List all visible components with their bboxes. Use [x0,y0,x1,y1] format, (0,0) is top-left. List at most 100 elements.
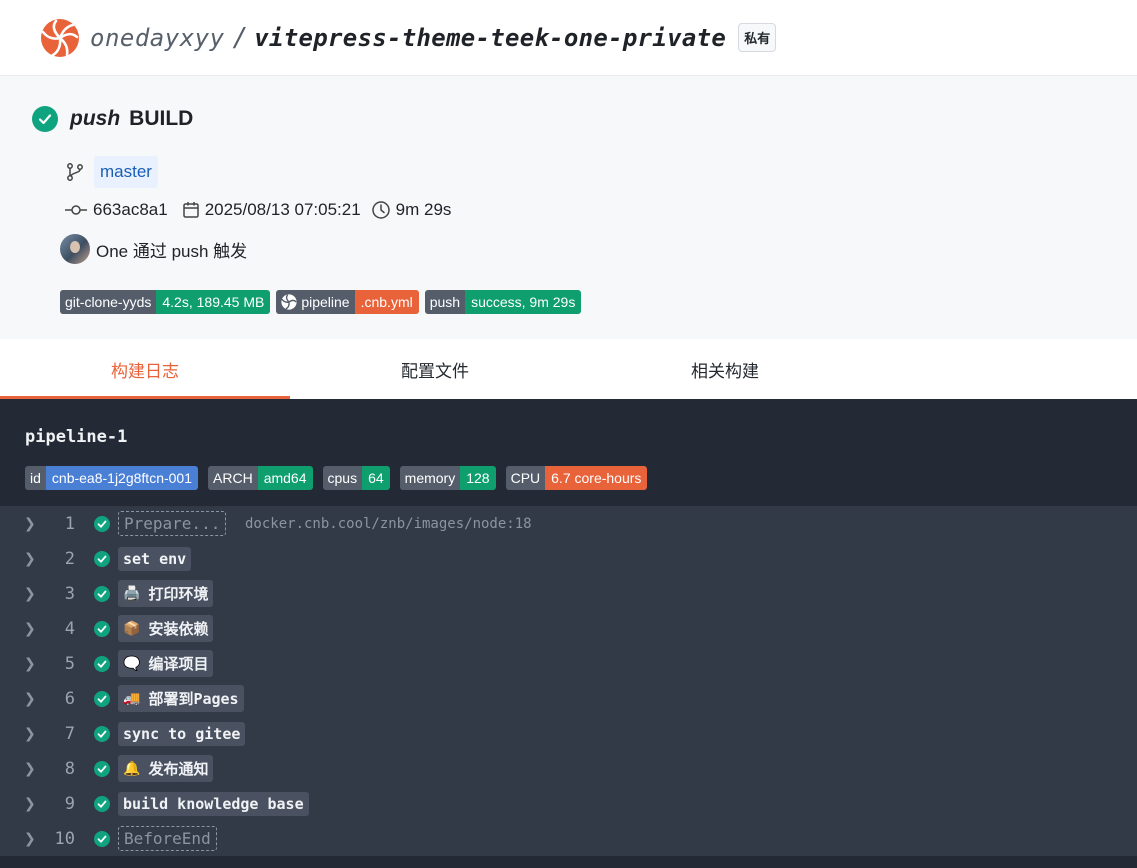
step-label-text: 发布通知 [148,760,209,778]
cpus-badge: cpus 64 [322,466,390,490]
step-label[interactable]: sync to gitee [118,721,246,746]
build-datetime: 2025/08/13 07:05:21 [204,200,361,219]
branch-row: master [66,156,158,188]
step-number: 1 [64,513,75,534]
trigger-row: One 通过 push 触发 [60,234,247,264]
cnb-logo-icon [281,294,297,310]
success-check-icon [94,690,110,707]
badge-value: amd64 [257,466,313,490]
step-row[interactable]: ❯ 9 build knowledge base [0,786,1137,821]
step-label[interactable]: 📦 安装依赖 [118,615,214,642]
git-clone-badge: git-clone-yyds 4.2s, 189.45 MB [60,290,271,314]
build-title-row: push BUILD [32,106,193,132]
chevron-right-icon[interactable]: ❯ [24,550,36,567]
speech-bubble-icon: 🗨️ [123,655,141,672]
pipeline-badges: id cnb-ea8-1j2g8ftcn-001 ARCH amd64 cpus… [25,466,657,490]
step-image: docker.cnb.cool/znb/images/node:18 [245,515,532,532]
bell-icon: 🔔 [123,760,141,777]
tab-related-builds[interactable]: 相关构建 [580,339,870,399]
step-label[interactable]: 🖨️ 打印环境 [118,580,214,607]
visibility-badge: 私有 [738,23,777,52]
badge-label: cpus [322,466,363,490]
calendar-icon [182,202,199,218]
badge-label: ARCH [208,466,258,490]
step-row[interactable]: ❯ 6 🚚 部署到Pages [0,681,1137,716]
badge-value: cnb-ea8-1j2g8ftcn-001 [45,466,199,490]
step-number: 4 [64,618,75,639]
chevron-right-icon[interactable]: ❯ [24,690,36,707]
success-check-icon [94,830,110,847]
repo-name-link[interactable]: vitepress-theme-teek-one-private [254,24,726,52]
pipeline-name: pipeline-1 [25,427,128,447]
step-label-text: 打印环境 [148,585,209,603]
success-check-icon [94,585,110,602]
step-number: 8 [64,758,75,779]
badge-value: success, 9m 29s [465,290,582,314]
avatar[interactable] [60,234,90,264]
tab-build-log[interactable]: 构建日志 [0,339,290,399]
step-row[interactable]: ❯ 8 🔔 发布通知 [0,751,1137,786]
chevron-right-icon[interactable]: ❯ [24,620,36,637]
badge-value: 6.7 core-hours [545,466,648,490]
badge-label: pipeline [276,290,355,314]
step-label[interactable]: Prepare... [118,511,227,536]
step-row[interactable]: ❯ 5 🗨️ 编译项目 [0,646,1137,681]
chevron-right-icon[interactable]: ❯ [24,655,36,672]
step-label[interactable]: 🔔 发布通知 [118,755,214,782]
step-number: 2 [64,548,75,569]
badge-label: CPU [505,466,546,490]
badge-label: push [424,290,466,314]
chevron-right-icon[interactable]: ❯ [24,515,36,532]
success-check-icon [94,655,110,672]
package-icon: 📦 [123,620,141,637]
arch-badge: ARCH amd64 [208,466,313,490]
pipeline-steps-list: ❯ 1 Prepare... docker.cnb.cool/znb/image… [0,506,1137,856]
step-label[interactable]: BeforeEnd [118,826,217,851]
step-label[interactable]: set env [118,546,192,571]
chevron-right-icon[interactable]: ❯ [24,795,36,812]
build-badges: git-clone-yyds 4.2s, 189.45 MB pipeline … [60,290,587,314]
git-branch-icon [67,163,83,181]
chevron-right-icon[interactable]: ❯ [24,760,36,777]
truck-icon: 🚚 [123,690,141,707]
badge-value: 4.2s, 189.45 MB [156,290,271,314]
tab-config-file[interactable]: 配置文件 [290,339,580,399]
git-commit-icon [65,205,87,215]
build-event: push [70,107,121,130]
badge-label: memory [399,466,461,490]
status-badge: push success, 9m 29s [424,290,582,314]
step-number: 9 [64,793,75,814]
badge-label: git-clone-yyds [60,290,157,314]
step-label[interactable]: 🗨️ 编译项目 [118,650,214,677]
badge-value: 128 [460,466,496,490]
repo-owner-link[interactable]: onedayxyy [90,24,225,52]
step-row[interactable]: ❯ 7 sync to gitee [0,716,1137,751]
cnb-logo-icon[interactable] [40,18,80,58]
step-label[interactable]: build knowledge base [118,791,309,816]
runner-id-badge: id cnb-ea8-1j2g8ftcn-001 [25,466,199,490]
branch-link[interactable]: master [94,156,158,188]
printer-icon: 🖨️ [123,585,141,602]
step-label-text: 编译项目 [148,655,209,673]
chevron-right-icon[interactable]: ❯ [24,585,36,602]
step-number: 3 [64,583,75,604]
step-row[interactable]: ❯ 10 BeforeEnd [0,821,1137,856]
step-number: 7 [64,723,75,744]
step-row[interactable]: ❯ 3 🖨️ 打印环境 [0,576,1137,611]
badge-value: .cnb.yml [354,290,419,314]
step-number: 5 [64,653,75,674]
step-row[interactable]: ❯ 1 Prepare... docker.cnb.cool/znb/image… [0,506,1137,541]
repo-header: onedayxyy / vitepress-theme-teek-one-pri… [0,0,1137,76]
step-number: 6 [64,688,75,709]
commit-sha-link[interactable]: 663ac8a1 [93,200,168,220]
build-tabs: 构建日志 配置文件 相关构建 [0,339,1137,399]
chevron-right-icon[interactable]: ❯ [24,830,36,847]
step-row[interactable]: ❯ 2 set env [0,541,1137,576]
step-number: 10 [54,828,75,849]
step-label[interactable]: 🚚 部署到Pages [118,685,244,712]
pipeline-header: pipeline-1 id cnb-ea8-1j2g8ftcn-001 ARCH… [0,399,1137,506]
chevron-right-icon[interactable]: ❯ [24,725,36,742]
pipeline-badge[interactable]: pipeline .cnb.yml [276,290,419,314]
step-row[interactable]: ❯ 4 📦 安装依赖 [0,611,1137,646]
clock-icon [371,201,390,219]
